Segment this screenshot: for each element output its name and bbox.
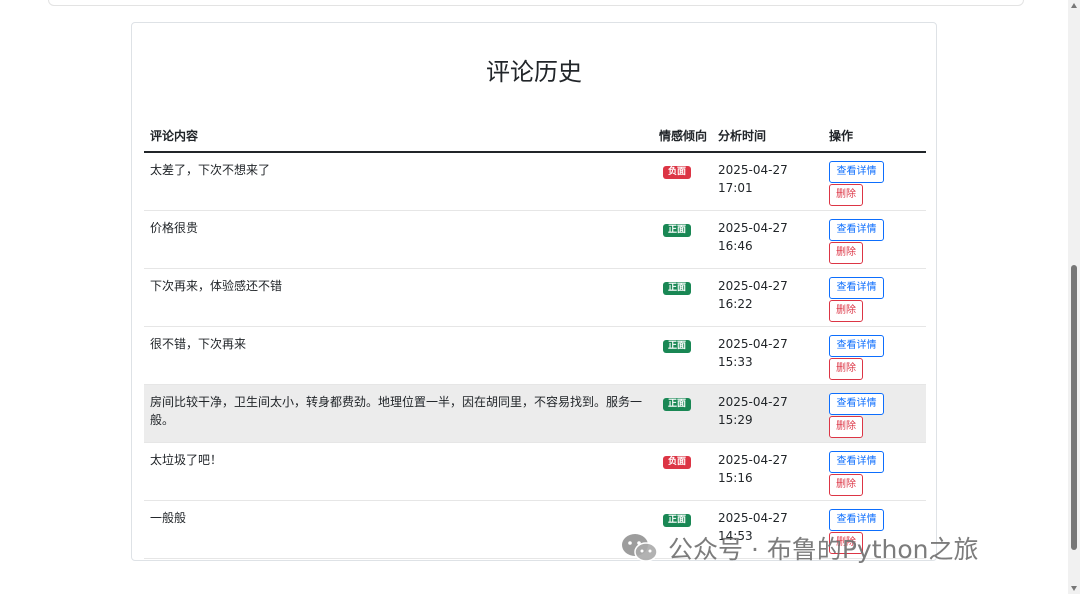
view-details-button[interactable]: 查看详情 (829, 335, 884, 357)
comment-history-table: 评论内容 情感倾向 分析时间 操作 太差了，下次不想来了 负面 2025-04-… (144, 109, 926, 559)
page-title: 评论历史 (486, 58, 582, 86)
sentiment-badge: 正面 (663, 282, 692, 295)
analysis-date: 2025-04-27 (718, 453, 788, 467)
analysis-date: 2025-04-27 (718, 337, 788, 351)
sentiment-badge: 负面 (663, 166, 692, 179)
comment-text: 价格很贵 (150, 221, 199, 235)
scrollbar[interactable] (1068, 0, 1080, 594)
top-card-edge (48, 0, 1024, 6)
analysis-time: 15:29 (718, 413, 753, 427)
table-row: 太差了，下次不想来了 负面 2025-04-27 17:01 查看详情 删除 (144, 153, 926, 211)
delete-button[interactable]: 删除 (829, 300, 863, 322)
comment-text: 很不错，下次再来 (150, 337, 247, 351)
analysis-date: 2025-04-27 (718, 279, 788, 293)
table-row: 很不错，下次再来 正面 2025-04-27 15:33 查看详情 删除 (144, 327, 926, 385)
delete-button[interactable]: 删除 (829, 242, 863, 264)
view-details-button[interactable]: 查看详情 (829, 219, 884, 241)
delete-button[interactable]: 删除 (829, 184, 863, 206)
wechat-icon (622, 534, 658, 562)
header-actions: 操作 (829, 129, 854, 143)
history-card: 评论历史 评论内容 情感倾向 分析时间 操作 太差了，下次不想来了 负面 202… (131, 22, 937, 561)
comment-text: 房间比较干净，卫生间太小，转身都费劲。地理位置一半，因在胡同里，不容易找到。服务… (150, 395, 643, 427)
sentiment-badge: 正面 (663, 514, 692, 527)
analysis-date: 2025-04-27 (718, 395, 788, 409)
analysis-time: 15:16 (718, 471, 753, 485)
table-row: 下次再来，体验感还不错 正面 2025-04-27 16:22 查看详情 删除 (144, 269, 926, 327)
table-row: 房间比较干净，卫生间太小，转身都费劲。地理位置一半，因在胡同里，不容易找到。服务… (144, 385, 926, 443)
view-details-button[interactable]: 查看详情 (829, 393, 884, 415)
sentiment-badge: 正面 (663, 340, 692, 353)
analysis-time: 15:33 (718, 355, 753, 369)
table-row: 太垃圾了吧！ 负面 2025-04-27 15:16 查看详情 删除 (144, 443, 926, 501)
watermark-text: 公众号 · 布鲁的Python之旅 (668, 535, 979, 564)
sentiment-badge: 正面 (663, 398, 692, 411)
analysis-time: 16:22 (718, 297, 753, 311)
analysis-date: 2025-04-27 (718, 163, 788, 177)
sentiment-badge: 正面 (663, 224, 692, 237)
scroll-up-icon[interactable] (1071, 3, 1077, 8)
analysis-date: 2025-04-27 (718, 221, 788, 235)
analysis-date: 2025-04-27 (718, 511, 788, 525)
table-row: 价格很贵 正面 2025-04-27 16:46 查看详情 删除 (144, 211, 926, 269)
comment-text: 太垃圾了吧！ (150, 453, 223, 467)
comment-text: 太差了，下次不想来了 (150, 163, 271, 177)
view-details-button[interactable]: 查看详情 (829, 509, 884, 531)
header-time: 分析时间 (718, 129, 767, 143)
view-details-button[interactable]: 查看详情 (829, 277, 884, 299)
comment-text: 下次再来，体验感还不错 (150, 279, 283, 293)
sentiment-badge: 负面 (663, 456, 692, 469)
delete-button[interactable]: 删除 (829, 474, 863, 496)
header-comment: 评论内容 (150, 129, 199, 143)
delete-button[interactable]: 删除 (829, 358, 863, 380)
analysis-time: 17:01 (718, 181, 753, 195)
scrollbar-thumb[interactable] (1071, 265, 1077, 550)
header-sentiment: 情感倾向 (659, 129, 708, 143)
watermark: 公众号 · 布鲁的Python之旅 (620, 530, 979, 566)
view-details-button[interactable]: 查看详情 (829, 451, 884, 473)
delete-button[interactable]: 删除 (829, 416, 863, 438)
table-header: 评论内容 情感倾向 分析时间 操作 (144, 109, 926, 153)
view-details-button[interactable]: 查看详情 (829, 161, 884, 183)
comment-text: 一般般 (150, 511, 187, 525)
scroll-down-icon[interactable] (1071, 586, 1077, 591)
analysis-time: 16:46 (718, 239, 753, 253)
